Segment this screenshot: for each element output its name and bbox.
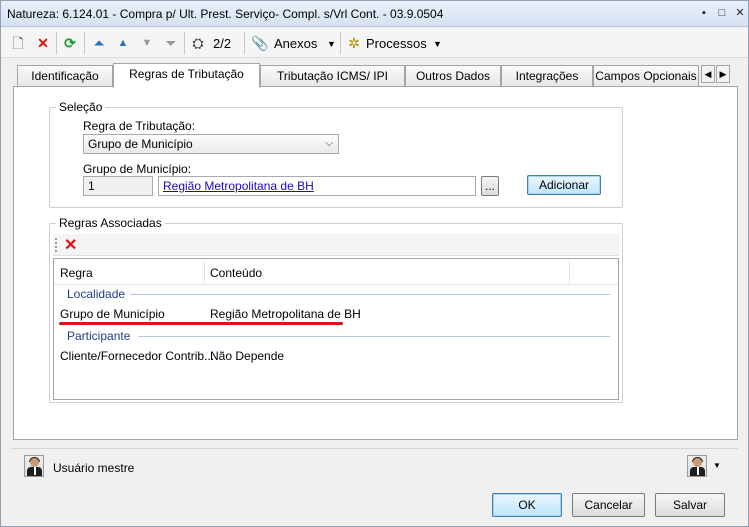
tab-strip: Identificação Regras de Tributação Tribu…: [13, 63, 738, 88]
next-record-icon[interactable]: ▼: [138, 34, 156, 52]
new-document-icon[interactable]: 🗋: [9, 34, 27, 52]
tab-identificacao[interactable]: Identificação: [17, 65, 113, 87]
column-header-rule[interactable]: Regra: [60, 266, 93, 280]
window: Natureza: 6.124.01 - Compra p/ Ult. Pres…: [0, 0, 749, 527]
first-record-icon[interactable]: ⏶: [90, 34, 108, 52]
rules-grid: Regra Conteúdo Localidade Grupo de Munic…: [53, 258, 619, 400]
chevron-down-icon: ⌵: [325, 138, 333, 149]
record-counter: 2/2: [213, 36, 232, 51]
group-header-participante[interactable]: Participante: [67, 329, 130, 343]
tab-tributacao-icms-ipi[interactable]: Tributação ICMS/ IPI: [260, 65, 405, 87]
remove-rule-icon[interactable]: ✕: [64, 235, 77, 255]
tab-panel: Seleção Regra de Tributação: Grupo de Mu…: [13, 86, 738, 440]
last-record-icon[interactable]: ⏷: [162, 34, 180, 52]
grid-header: Regra Conteúdo: [54, 259, 618, 285]
toolbar-separator: [340, 32, 341, 54]
rule-cell: Cliente/Fornecedor Contrib...: [60, 349, 215, 363]
browse-button[interactable]: ...: [481, 176, 499, 196]
toolbar-separator: [184, 32, 185, 54]
toolbar-separator: [244, 32, 245, 54]
add-button[interactable]: Adicionar: [527, 175, 601, 195]
window-title: Natureza: 6.124.01 - Compra p/ Ult. Pres…: [7, 7, 444, 21]
grid-toolbar: ✕: [53, 234, 619, 256]
selection-legend: Seleção: [56, 100, 106, 114]
toolbar-grip: [55, 238, 57, 252]
chevron-down-icon[interactable]: ▼: [713, 461, 721, 470]
tab-scroll-left-icon[interactable]: ◀: [701, 65, 715, 83]
ok-button[interactable]: OK: [492, 493, 562, 517]
delete-icon[interactable]: ✕: [34, 34, 52, 52]
column-divider[interactable]: [204, 261, 205, 283]
user-avatar-right[interactable]: [687, 455, 707, 477]
rule-select-value: Grupo de Município: [88, 137, 193, 151]
footer-divider: [11, 448, 738, 449]
group-label: Grupo de Município:: [83, 162, 192, 176]
group-name-field[interactable]: Região Metropolitana de BH: [158, 176, 476, 196]
group-code-field[interactable]: 1: [83, 176, 153, 196]
group-header-localidade[interactable]: Localidade: [67, 287, 125, 301]
attachments-menu[interactable]: Anexos: [274, 36, 317, 51]
user-name: Usuário mestre: [53, 461, 135, 475]
chevron-down-icon[interactable]: ▼: [327, 39, 336, 49]
refresh-icon[interactable]: ⟳: [61, 34, 79, 52]
tab-scroll-right-icon[interactable]: ▶: [716, 65, 730, 83]
tab-campos-opcionais[interactable]: Campos Opcionais: [593, 65, 699, 87]
group-divider: [130, 294, 610, 295]
tab-outros-dados[interactable]: Outros Dados: [405, 65, 501, 87]
toolbar: 🗋 ✕ ⟳ ⏶ ▲ ▼ ⏷ ⛭ 2/2 📎 Anexos ▼ ✲ Process…: [1, 28, 748, 58]
minimize-button[interactable]: ▪: [696, 6, 712, 21]
maximize-button[interactable]: □: [714, 6, 730, 21]
rule-cell: Grupo de Município: [60, 307, 165, 321]
toolbar-separator: [84, 32, 85, 54]
cancel-button[interactable]: Cancelar: [572, 493, 645, 517]
previous-record-icon[interactable]: ▲: [114, 34, 132, 52]
group-divider: [138, 336, 610, 337]
title-bar[interactable]: Natureza: 6.124.01 - Compra p/ Ult. Pres…: [1, 1, 748, 27]
associated-legend: Regras Associadas: [56, 216, 165, 230]
gears-icon[interactable]: ✲: [345, 34, 363, 52]
selection-group: Seleção Regra de Tributação: Grupo de Mu…: [49, 100, 623, 208]
binoculars-icon[interactable]: ⛭: [189, 34, 207, 52]
column-divider[interactable]: [569, 261, 570, 283]
table-row[interactable]: Grupo de Município Região Metropolitana …: [54, 305, 618, 323]
highlight-underline: [59, 322, 343, 325]
tab-integracoes[interactable]: Integrações: [501, 65, 593, 87]
rule-label: Regra de Tributação:: [83, 119, 196, 133]
attachment-icon[interactable]: 📎: [251, 34, 269, 52]
content-cell: Região Metropolitana de BH: [210, 307, 361, 321]
toolbar-separator: [56, 32, 57, 54]
close-button[interactable]: ✕: [732, 6, 748, 21]
rule-select[interactable]: Grupo de Município ⌵: [83, 134, 339, 154]
processes-menu[interactable]: Processos: [366, 36, 427, 51]
save-button[interactable]: Salvar: [655, 493, 725, 517]
tab-regras-de-tributacao[interactable]: Regras de Tributação: [113, 63, 260, 88]
column-header-content[interactable]: Conteúdo: [210, 266, 262, 280]
content-cell: Não Depende: [210, 349, 285, 363]
associated-rules-group: Regras Associadas ✕ Regra Conteúdo Local…: [49, 216, 623, 403]
chevron-down-icon[interactable]: ▼: [433, 39, 442, 49]
table-row[interactable]: Cliente/Fornecedor Contrib... Não Depend…: [54, 347, 618, 365]
user-avatar: [24, 455, 44, 477]
